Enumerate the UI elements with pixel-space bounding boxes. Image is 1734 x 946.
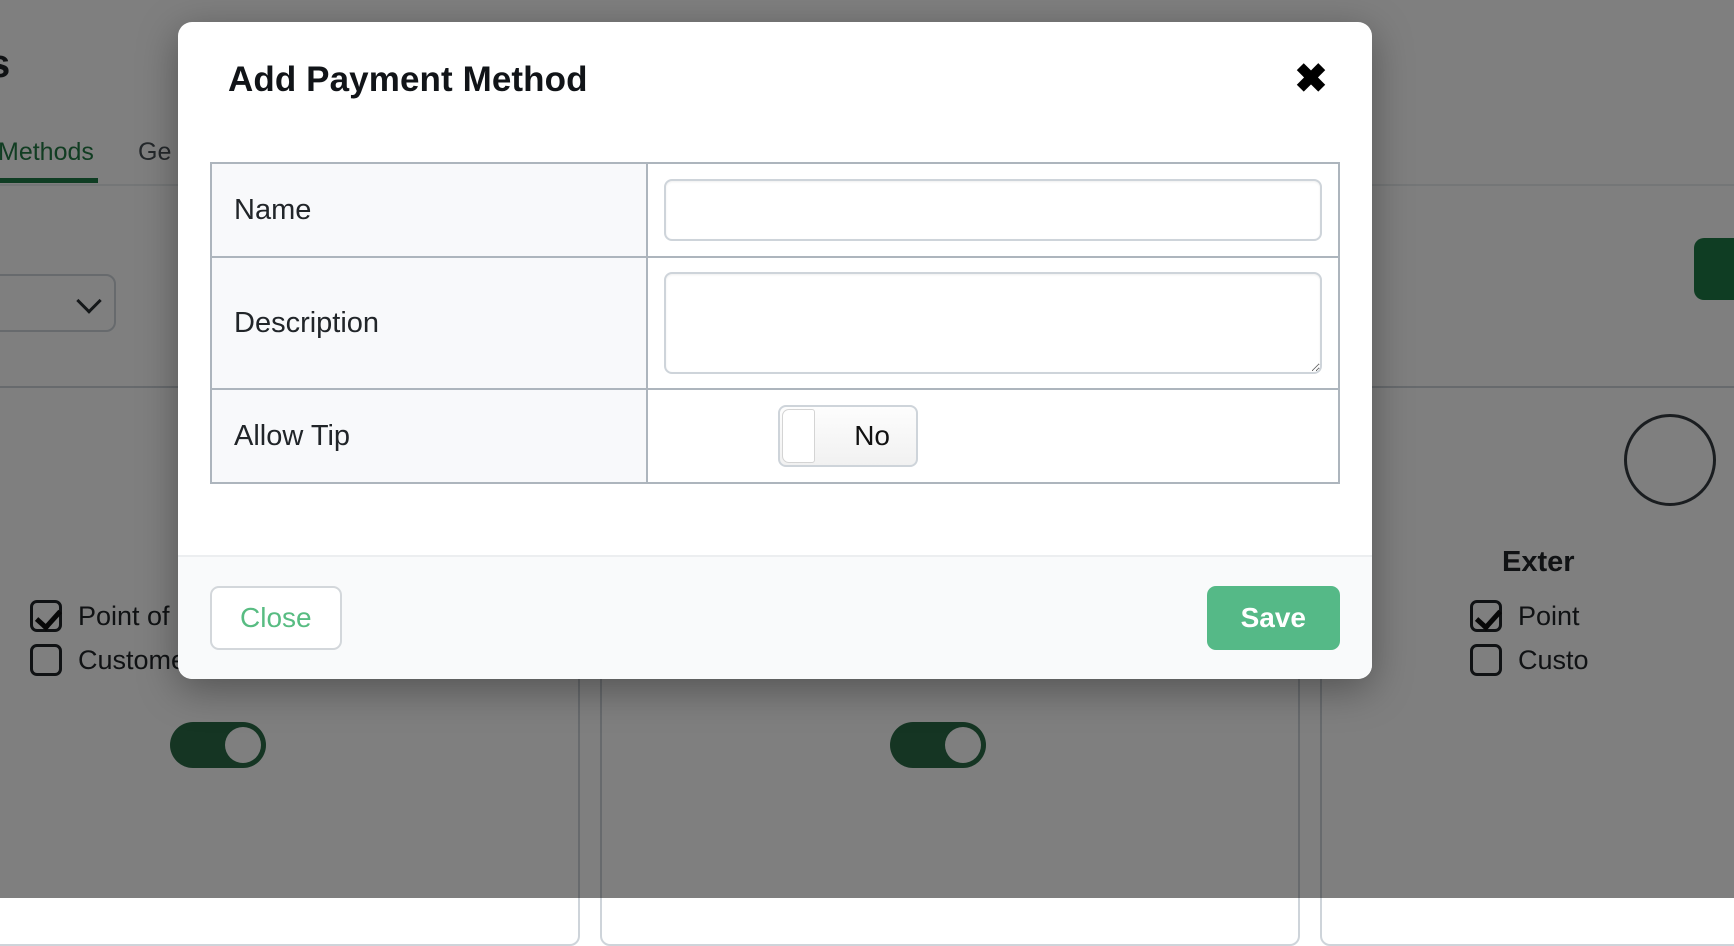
description-textarea[interactable] (664, 272, 1322, 374)
name-input[interactable] (664, 179, 1322, 241)
name-value-cell (647, 163, 1339, 257)
allow-tip-value: No (854, 420, 890, 452)
form-row-name: Name (211, 163, 1339, 257)
modal-footer: Close Save (178, 555, 1372, 679)
modal-body: Name Description Allow Tip No (178, 134, 1372, 514)
allow-tip-toggle[interactable]: No (778, 405, 918, 467)
form-row-allow-tip: Allow Tip No (211, 389, 1339, 483)
add-payment-method-modal: Add Payment Method ✖ Name Description Al… (178, 22, 1372, 679)
description-label: Description (211, 257, 647, 389)
name-label: Name (211, 163, 647, 257)
save-button[interactable]: Save (1207, 586, 1340, 650)
payment-method-form: Name Description Allow Tip No (210, 162, 1340, 484)
toggle-knob (782, 409, 815, 463)
allow-tip-value-cell: No (647, 389, 1339, 483)
close-button[interactable]: Close (210, 586, 342, 650)
allow-tip-label: Allow Tip (211, 389, 647, 483)
modal-header: Add Payment Method ✖ (178, 22, 1372, 134)
close-icon[interactable]: ✖ (1286, 54, 1336, 104)
modal-title: Add Payment Method (228, 60, 1332, 100)
description-value-cell (647, 257, 1339, 389)
form-row-description: Description (211, 257, 1339, 389)
